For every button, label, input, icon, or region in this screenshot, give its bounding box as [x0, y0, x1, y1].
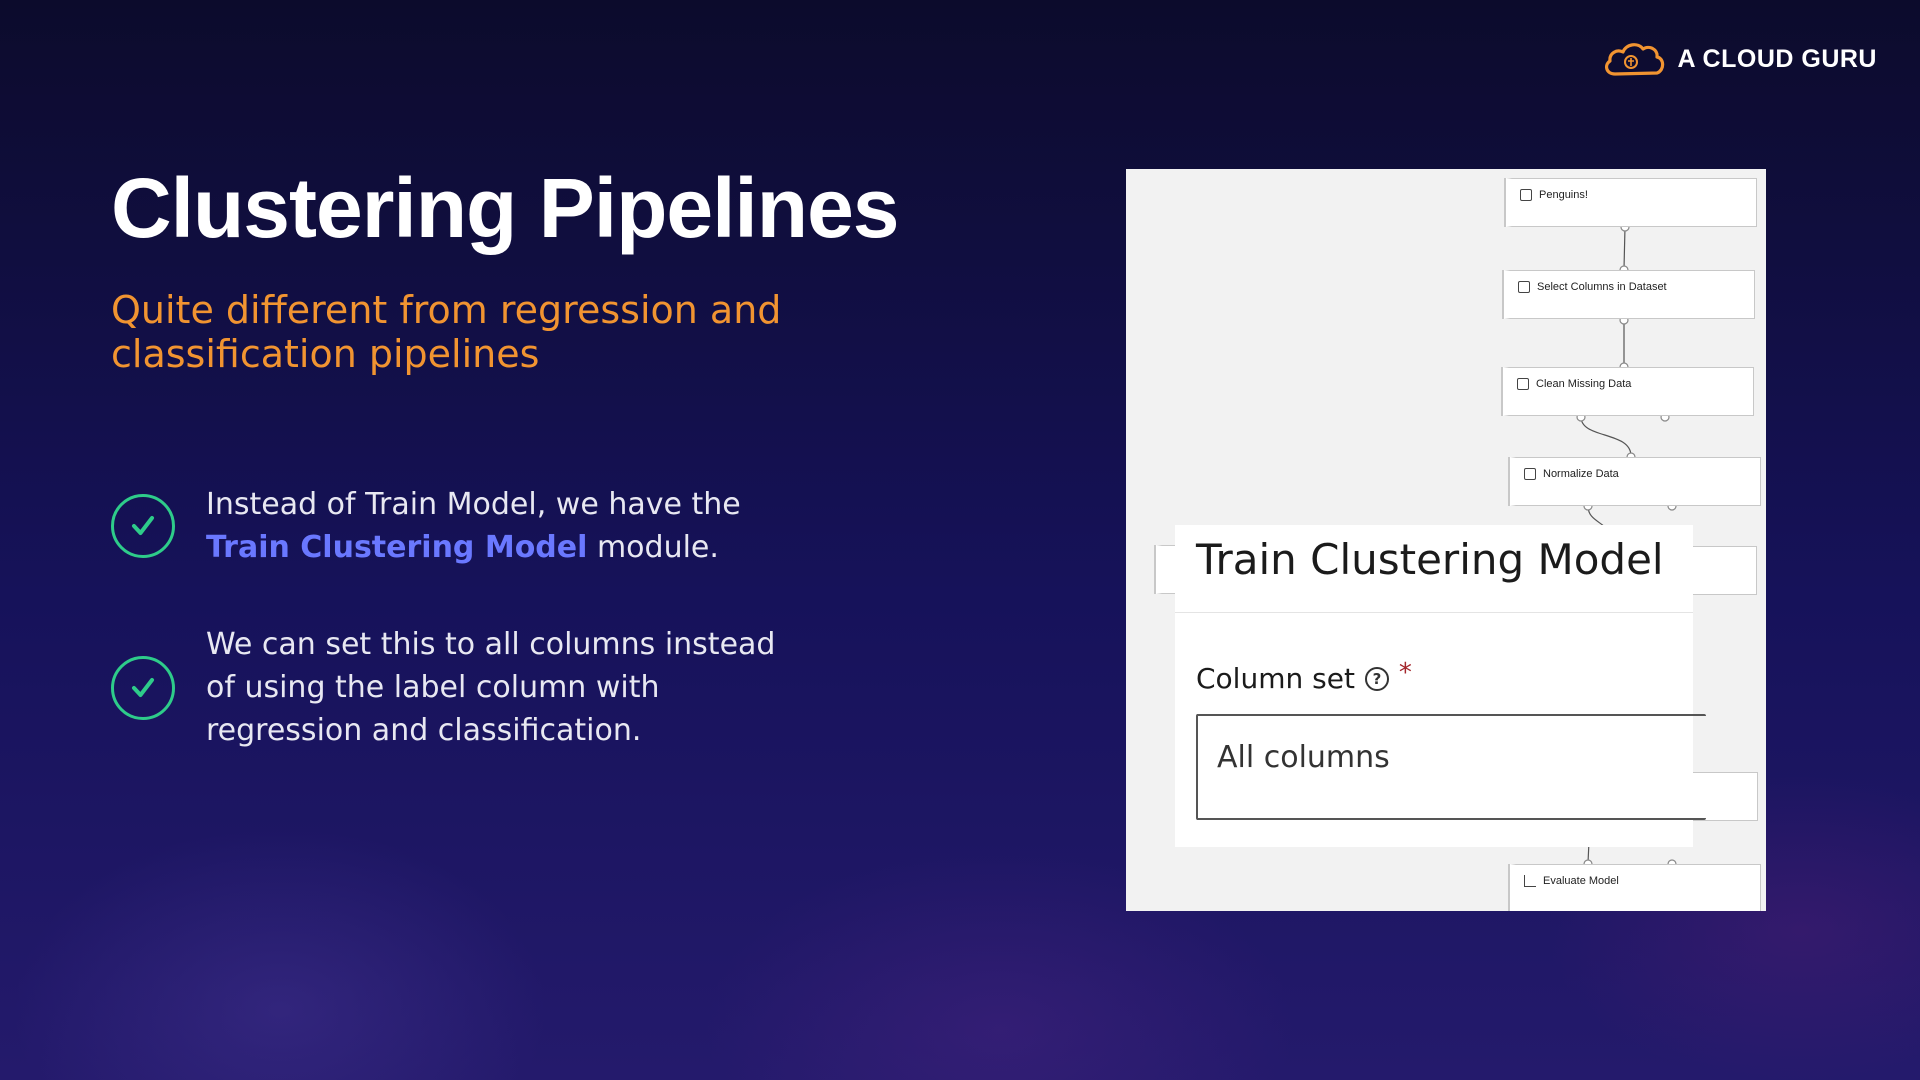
column-set-label: Column set ? * — [1196, 658, 1412, 696]
node-label: Evaluate Model — [1543, 875, 1619, 887]
node-label: Penguins! — [1539, 189, 1588, 201]
node-label: Select Columns in Dataset — [1537, 281, 1667, 293]
bullet-item: Instead of Train Model, we have the Trai… — [111, 483, 786, 569]
module-title: Train Clustering Model — [1196, 535, 1664, 584]
bullet-text-after: module. — [587, 530, 719, 565]
node-label: Clean Missing Data — [1536, 378, 1632, 390]
pipeline-node[interactable]: Clean Missing Data — [1503, 367, 1754, 416]
check-circle-icon — [111, 494, 175, 558]
column-set-select[interactable]: All columns — [1196, 714, 1706, 820]
bullet-text-before: Instead of Train Model, we have the — [206, 487, 741, 522]
dataset-icon — [1520, 189, 1532, 201]
module-icon — [1518, 281, 1530, 293]
pipeline-node[interactable]: Penguins! — [1506, 178, 1757, 227]
module-icon — [1524, 468, 1536, 480]
brand-logo: A CLOUD GURU — [1601, 38, 1877, 80]
brand-name: A CLOUD GURU — [1677, 44, 1877, 73]
help-circle-icon[interactable]: ? — [1364, 666, 1389, 691]
pipeline-node[interactable]: Select Columns in Dataset — [1504, 270, 1755, 319]
check-circle-icon — [111, 655, 175, 720]
bullet-text: Instead of Train Model, we have the Trai… — [206, 483, 786, 569]
required-marker: * — [1398, 657, 1412, 688]
node-label: Normalize Data — [1543, 468, 1619, 480]
divider — [1175, 612, 1693, 613]
slide-subtitle: Quite different from regression and clas… — [111, 288, 782, 376]
cloud-logo-icon — [1605, 43, 1665, 76]
slide-title: Clustering Pipelines — [111, 161, 900, 255]
module-properties-panel: Train Clustering Model Column set ? * Al… — [1175, 525, 1706, 847]
chart-icon — [1524, 875, 1536, 887]
bullet-highlight: Train Clustering Model — [206, 530, 588, 565]
pipeline-node[interactable]: Normalize Data — [1510, 457, 1761, 506]
module-icon — [1517, 378, 1529, 390]
bullet-text: We can set this to all columns instead o… — [206, 627, 776, 748]
pipeline-node[interactable]: Evaluate Model — [1510, 864, 1761, 911]
field-label: Column set — [1196, 662, 1355, 695]
pipeline-canvas: Penguins! Select Columns in Dataset Clea… — [1126, 169, 1766, 911]
bullet-item: We can set this to all columns instead o… — [111, 623, 786, 752]
